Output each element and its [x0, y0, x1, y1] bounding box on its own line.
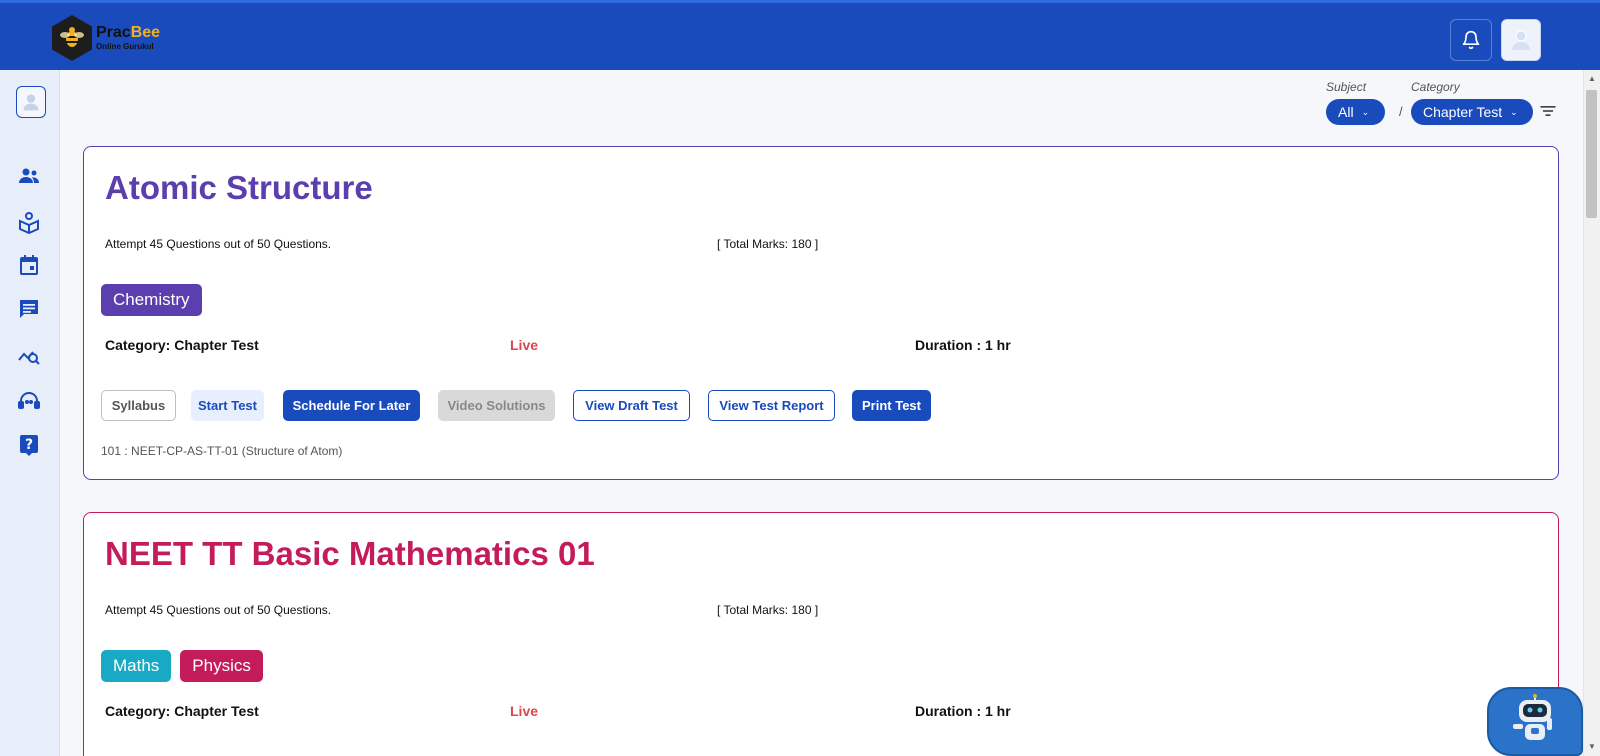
sidebar-profile-button[interactable] — [16, 86, 46, 118]
brand-tagline: Online Gurukul — [96, 42, 154, 51]
sidebar-item-messages[interactable] — [16, 296, 42, 322]
subject-tag-physics: Physics — [180, 650, 263, 682]
test-duration: Duration : 1 hr — [915, 337, 1011, 353]
test-code: 101 : NEET-CP-AS-TT-01 (Structure of Ato… — [101, 444, 343, 458]
book-reader-icon — [19, 212, 39, 234]
sidebar-item-users[interactable] — [16, 163, 42, 189]
test-card: NEET TT Basic Mathematics 01 Attempt 45 … — [83, 512, 1559, 756]
total-marks: [ Total Marks: 180 ] — [717, 237, 819, 251]
test-status: Live — [510, 703, 539, 719]
schedule-later-button[interactable]: Schedule For Later — [283, 390, 420, 421]
subject-filter-dropdown[interactable]: All ⌄ — [1326, 99, 1385, 125]
print-test-button[interactable]: Print Test — [852, 390, 931, 421]
user-icon — [23, 94, 39, 111]
users-icon — [19, 168, 39, 183]
attempt-info: Attempt 45 Questions out of 50 Questions… — [105, 237, 332, 251]
help-icon: ? — [20, 435, 38, 456]
sidebar-item-calendar[interactable] — [16, 252, 42, 278]
chevron-down-icon: ⌄ — [1361, 106, 1370, 117]
sidebar-item-courses[interactable] — [16, 209, 42, 235]
scroll-down-arrow-icon[interactable]: ▼ — [1587, 742, 1597, 752]
calendar-icon — [20, 255, 38, 275]
test-category: Category: Chapter Test — [105, 703, 259, 719]
syllabus-button[interactable]: Syllabus — [101, 390, 176, 421]
chat-icon — [20, 300, 38, 318]
brand-name-part2: Bee — [130, 24, 161, 41]
start-test-button[interactable]: Start Test — [191, 390, 264, 421]
chatbot-button[interactable] — [1487, 687, 1583, 756]
test-title: Atomic Structure — [105, 169, 373, 206]
video-solutions-button[interactable]: Video Solutions — [438, 390, 555, 421]
view-test-report-button[interactable]: View Test Report — [708, 390, 835, 421]
subject-tag-maths: Maths — [101, 650, 172, 682]
left-sidebar: ? — [0, 70, 60, 756]
total-marks: [ Total Marks: 180 ] — [717, 603, 819, 617]
svg-text:?: ? — [25, 437, 33, 453]
filter-separator: / — [1399, 104, 1403, 119]
subject-tags: Chemistry — [101, 284, 202, 316]
filter-icon[interactable] — [1538, 101, 1558, 121]
analytics-search-icon — [18, 351, 40, 365]
test-card: Atomic Structure Attempt 45 Questions ou… — [83, 146, 1559, 480]
sidebar-item-analytics[interactable] — [16, 342, 42, 368]
sidebar-item-help[interactable]: ? — [16, 432, 42, 458]
category-filter-dropdown[interactable]: Chapter Test ⌄ — [1411, 99, 1533, 125]
user-icon — [1512, 30, 1530, 50]
attempt-info: Attempt 45 Questions out of 50 Questions… — [105, 603, 332, 617]
test-category: Category: Chapter Test — [105, 337, 259, 353]
pracbee-logo[interactable]: PracBee Online Gurukul — [52, 15, 160, 61]
top-header: PracBee Online Gurukul — [0, 0, 1600, 70]
bee-logo-icon — [52, 15, 92, 61]
subject-filter-label: Subject — [1326, 80, 1367, 94]
brand-name-part1: Prac — [96, 24, 131, 41]
test-title: NEET TT Basic Mathematics 01 — [105, 535, 595, 572]
sidebar-item-support[interactable] — [16, 388, 42, 414]
test-duration: Duration : 1 hr — [915, 703, 1011, 719]
notification-button[interactable] — [1450, 19, 1492, 61]
support-agent-icon — [18, 392, 40, 409]
test-status: Live — [510, 337, 539, 353]
category-filter-value: Chapter Test — [1423, 104, 1503, 120]
scroll-up-arrow-icon[interactable]: ▲ — [1587, 74, 1597, 84]
subject-filter-value: All — [1338, 104, 1354, 120]
subject-tags: Maths Physics — [101, 650, 263, 682]
category-filter-label: Category — [1411, 80, 1460, 94]
chevron-down-icon: ⌄ — [1510, 106, 1518, 117]
page-scrollbar-thumb[interactable] — [1586, 90, 1597, 218]
robot-icon — [1513, 693, 1552, 740]
subject-tag-chemistry: Chemistry — [101, 284, 202, 316]
view-draft-test-button[interactable]: View Draft Test — [573, 390, 690, 421]
profile-button[interactable] — [1501, 19, 1541, 61]
bell-icon — [1462, 30, 1480, 50]
